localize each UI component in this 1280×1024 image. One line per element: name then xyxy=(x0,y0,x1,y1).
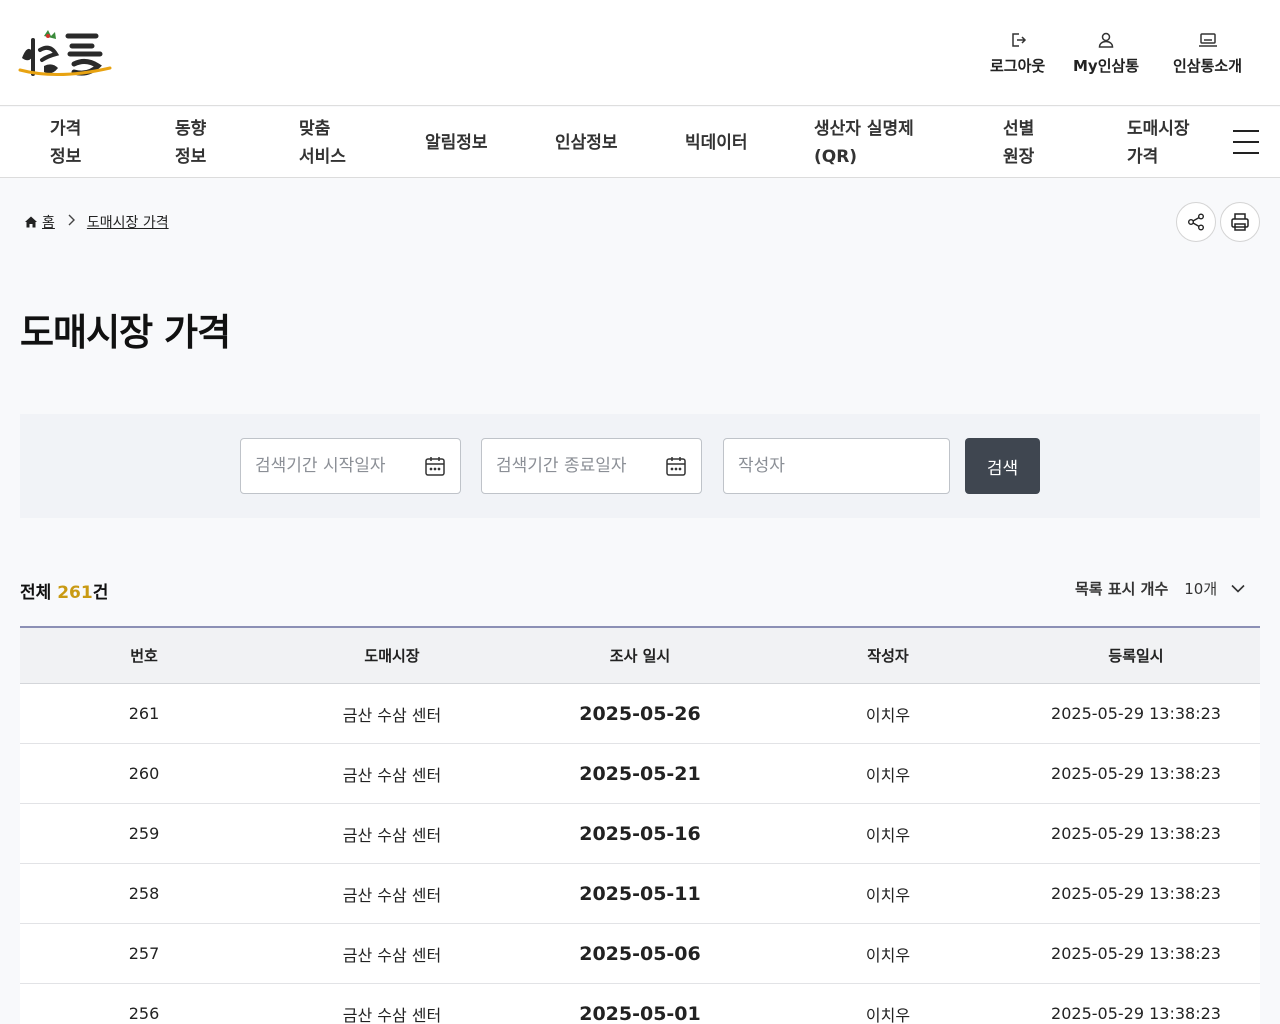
cell-market: 금산 수삼 센터 xyxy=(342,765,442,785)
cell-market: 금산 수삼 센터 xyxy=(342,705,442,725)
start-date-input[interactable] xyxy=(255,456,424,476)
share-icon xyxy=(1186,212,1206,232)
writer-input[interactable] xyxy=(738,456,935,476)
table-row[interactable]: 259 금산 수삼 센터 2025-05-16 이치우 2025-05-29 1… xyxy=(20,804,1260,864)
logout-button[interactable]: 로그아웃 xyxy=(990,30,1045,76)
search-button[interactable]: 검색 xyxy=(965,438,1040,494)
search-panel: 검색 xyxy=(20,414,1260,518)
cell-number: 258 xyxy=(128,884,160,903)
col-survey-date: 조사 일시 xyxy=(609,647,671,665)
cell-market: 금산 수삼 센터 xyxy=(342,1005,442,1024)
cell-writer: 이치우 xyxy=(865,1005,911,1024)
cell-writer: 이치우 xyxy=(865,765,911,785)
nav-notice-info[interactable]: 알림정보 xyxy=(425,107,488,178)
print-button[interactable] xyxy=(1220,202,1260,242)
table-row[interactable]: 256 금산 수삼 센터 2025-05-01 이치우 2025-05-29 1… xyxy=(20,984,1260,1024)
cell-registered: 2025-05-29 13:38:23 xyxy=(1051,944,1221,963)
breadcrumb: 홈 도매시장 가격 xyxy=(24,212,169,232)
col-number: 번호 xyxy=(130,647,158,665)
end-date-input[interactable] xyxy=(496,456,665,476)
col-writer: 작성자 xyxy=(867,647,909,665)
logo-graphic xyxy=(18,30,112,76)
cell-registered: 2025-05-29 13:38:23 xyxy=(1051,824,1221,843)
intro-label: 인삼통소개 xyxy=(1173,57,1243,75)
share-button[interactable] xyxy=(1176,202,1216,242)
col-registered: 등록일시 xyxy=(1108,647,1164,665)
cell-number: 261 xyxy=(128,704,160,723)
calendar-icon[interactable] xyxy=(424,455,446,477)
cell-registered: 2025-05-29 13:38:23 xyxy=(1051,884,1221,903)
table-header: 번호 도매시장 조사 일시 작성자 등록일시 xyxy=(20,628,1260,684)
site-header: 로그아웃 My인삼통 인삼통소개 xyxy=(0,0,1280,106)
nav-trend-info[interactable]: 동향 정보 xyxy=(175,107,206,178)
cell-market: 금산 수삼 센터 xyxy=(342,825,442,845)
cell-market: 금산 수삼 센터 xyxy=(342,885,442,905)
cell-survey-date-link[interactable]: 2025-05-01 xyxy=(516,984,764,1024)
cell-number: 256 xyxy=(128,1004,160,1023)
total-count: 전체 261건 xyxy=(20,578,108,603)
cell-registered: 2025-05-29 13:38:23 xyxy=(1051,1004,1221,1023)
table-row[interactable]: 258 금산 수삼 센터 2025-05-11 이치우 2025-05-29 1… xyxy=(20,864,1260,924)
cell-number: 257 xyxy=(128,944,160,963)
logout-icon xyxy=(1008,30,1028,50)
cell-survey-date-link[interactable]: 2025-05-06 xyxy=(516,924,764,983)
logout-label: 로그아웃 xyxy=(990,57,1046,75)
per-page-label: 목록 표시 개수 xyxy=(1075,580,1169,598)
cell-registered: 2025-05-29 13:38:23 xyxy=(1051,704,1221,723)
laptop-icon xyxy=(1198,30,1218,50)
cell-writer: 이치우 xyxy=(865,825,911,845)
price-table: 번호 도매시장 조사 일시 작성자 등록일시 261 금산 수삼 센터 2025… xyxy=(20,626,1260,1024)
total-prefix: 전체 xyxy=(20,583,58,603)
nav-bigdata[interactable]: 빅데이터 xyxy=(685,107,748,178)
cell-registered: 2025-05-29 13:38:23 xyxy=(1051,764,1221,783)
calendar-icon[interactable] xyxy=(665,455,687,477)
user-icon xyxy=(1096,30,1116,50)
table-row[interactable]: 260 금산 수삼 센터 2025-05-21 이치우 2025-05-29 1… xyxy=(20,744,1260,804)
breadcrumb-home[interactable]: 홈 xyxy=(42,212,55,232)
cell-survey-date-link[interactable]: 2025-05-16 xyxy=(516,804,764,863)
cell-market: 금산 수삼 센터 xyxy=(342,945,442,965)
site-logo[interactable] xyxy=(18,24,112,82)
total-number: 261 xyxy=(57,583,93,603)
breadcrumb-current[interactable]: 도매시장 가격 xyxy=(87,212,169,232)
nav-wholesale-price[interactable]: 도매시장 가격 xyxy=(1127,107,1190,178)
cell-survey-date-link[interactable]: 2025-05-21 xyxy=(516,744,764,803)
page-title: 도매시장 가격 xyxy=(20,311,231,354)
home-icon xyxy=(24,215,38,229)
chevron-down-icon xyxy=(1231,584,1245,593)
chevron-right-icon xyxy=(67,214,75,230)
per-page-value: 10개 xyxy=(1184,580,1218,598)
cell-survey-date-link[interactable]: 2025-05-26 xyxy=(516,684,764,743)
nav-ginseng-info[interactable]: 인삼정보 xyxy=(555,107,618,178)
main-navigation: 가격 정보 동향 정보 맞춤 서비스 알림정보 인삼정보 빅데이터 생산자 실명… xyxy=(0,107,1280,178)
writer-field[interactable] xyxy=(723,438,950,494)
table-row[interactable]: 261 금산 수삼 센터 2025-05-26 이치우 2025-05-29 1… xyxy=(20,684,1260,744)
cell-survey-date-link[interactable]: 2025-05-11 xyxy=(516,864,764,923)
my-insamtong-button[interactable]: My인삼통 xyxy=(1073,30,1139,76)
nav-custom-service[interactable]: 맞춤 서비스 xyxy=(299,107,346,178)
total-suffix: 건 xyxy=(92,583,109,603)
nav-sorting-ledger[interactable]: 선별 원장 xyxy=(1003,107,1034,178)
col-market: 도매시장 xyxy=(364,647,420,665)
print-icon xyxy=(1230,212,1250,232)
cell-number: 260 xyxy=(128,764,160,783)
menu-icon[interactable] xyxy=(1233,130,1259,154)
cell-writer: 이치우 xyxy=(865,705,911,725)
table-row[interactable]: 257 금산 수삼 센터 2025-05-06 이치우 2025-05-29 1… xyxy=(20,924,1260,984)
per-page-select[interactable]: 목록 표시 개수 10개 xyxy=(1075,578,1245,599)
cell-writer: 이치우 xyxy=(865,885,911,905)
start-date-field[interactable] xyxy=(240,438,461,494)
cell-number: 259 xyxy=(128,824,160,843)
nav-producer-qr[interactable]: 생산자 실명제 (QR) xyxy=(814,107,914,178)
cell-writer: 이치우 xyxy=(865,945,911,965)
nav-price-info[interactable]: 가격 정보 xyxy=(50,107,81,178)
end-date-field[interactable] xyxy=(481,438,702,494)
intro-button[interactable]: 인삼통소개 xyxy=(1173,30,1242,76)
my-insamtong-label: My인삼통 xyxy=(1073,57,1140,75)
